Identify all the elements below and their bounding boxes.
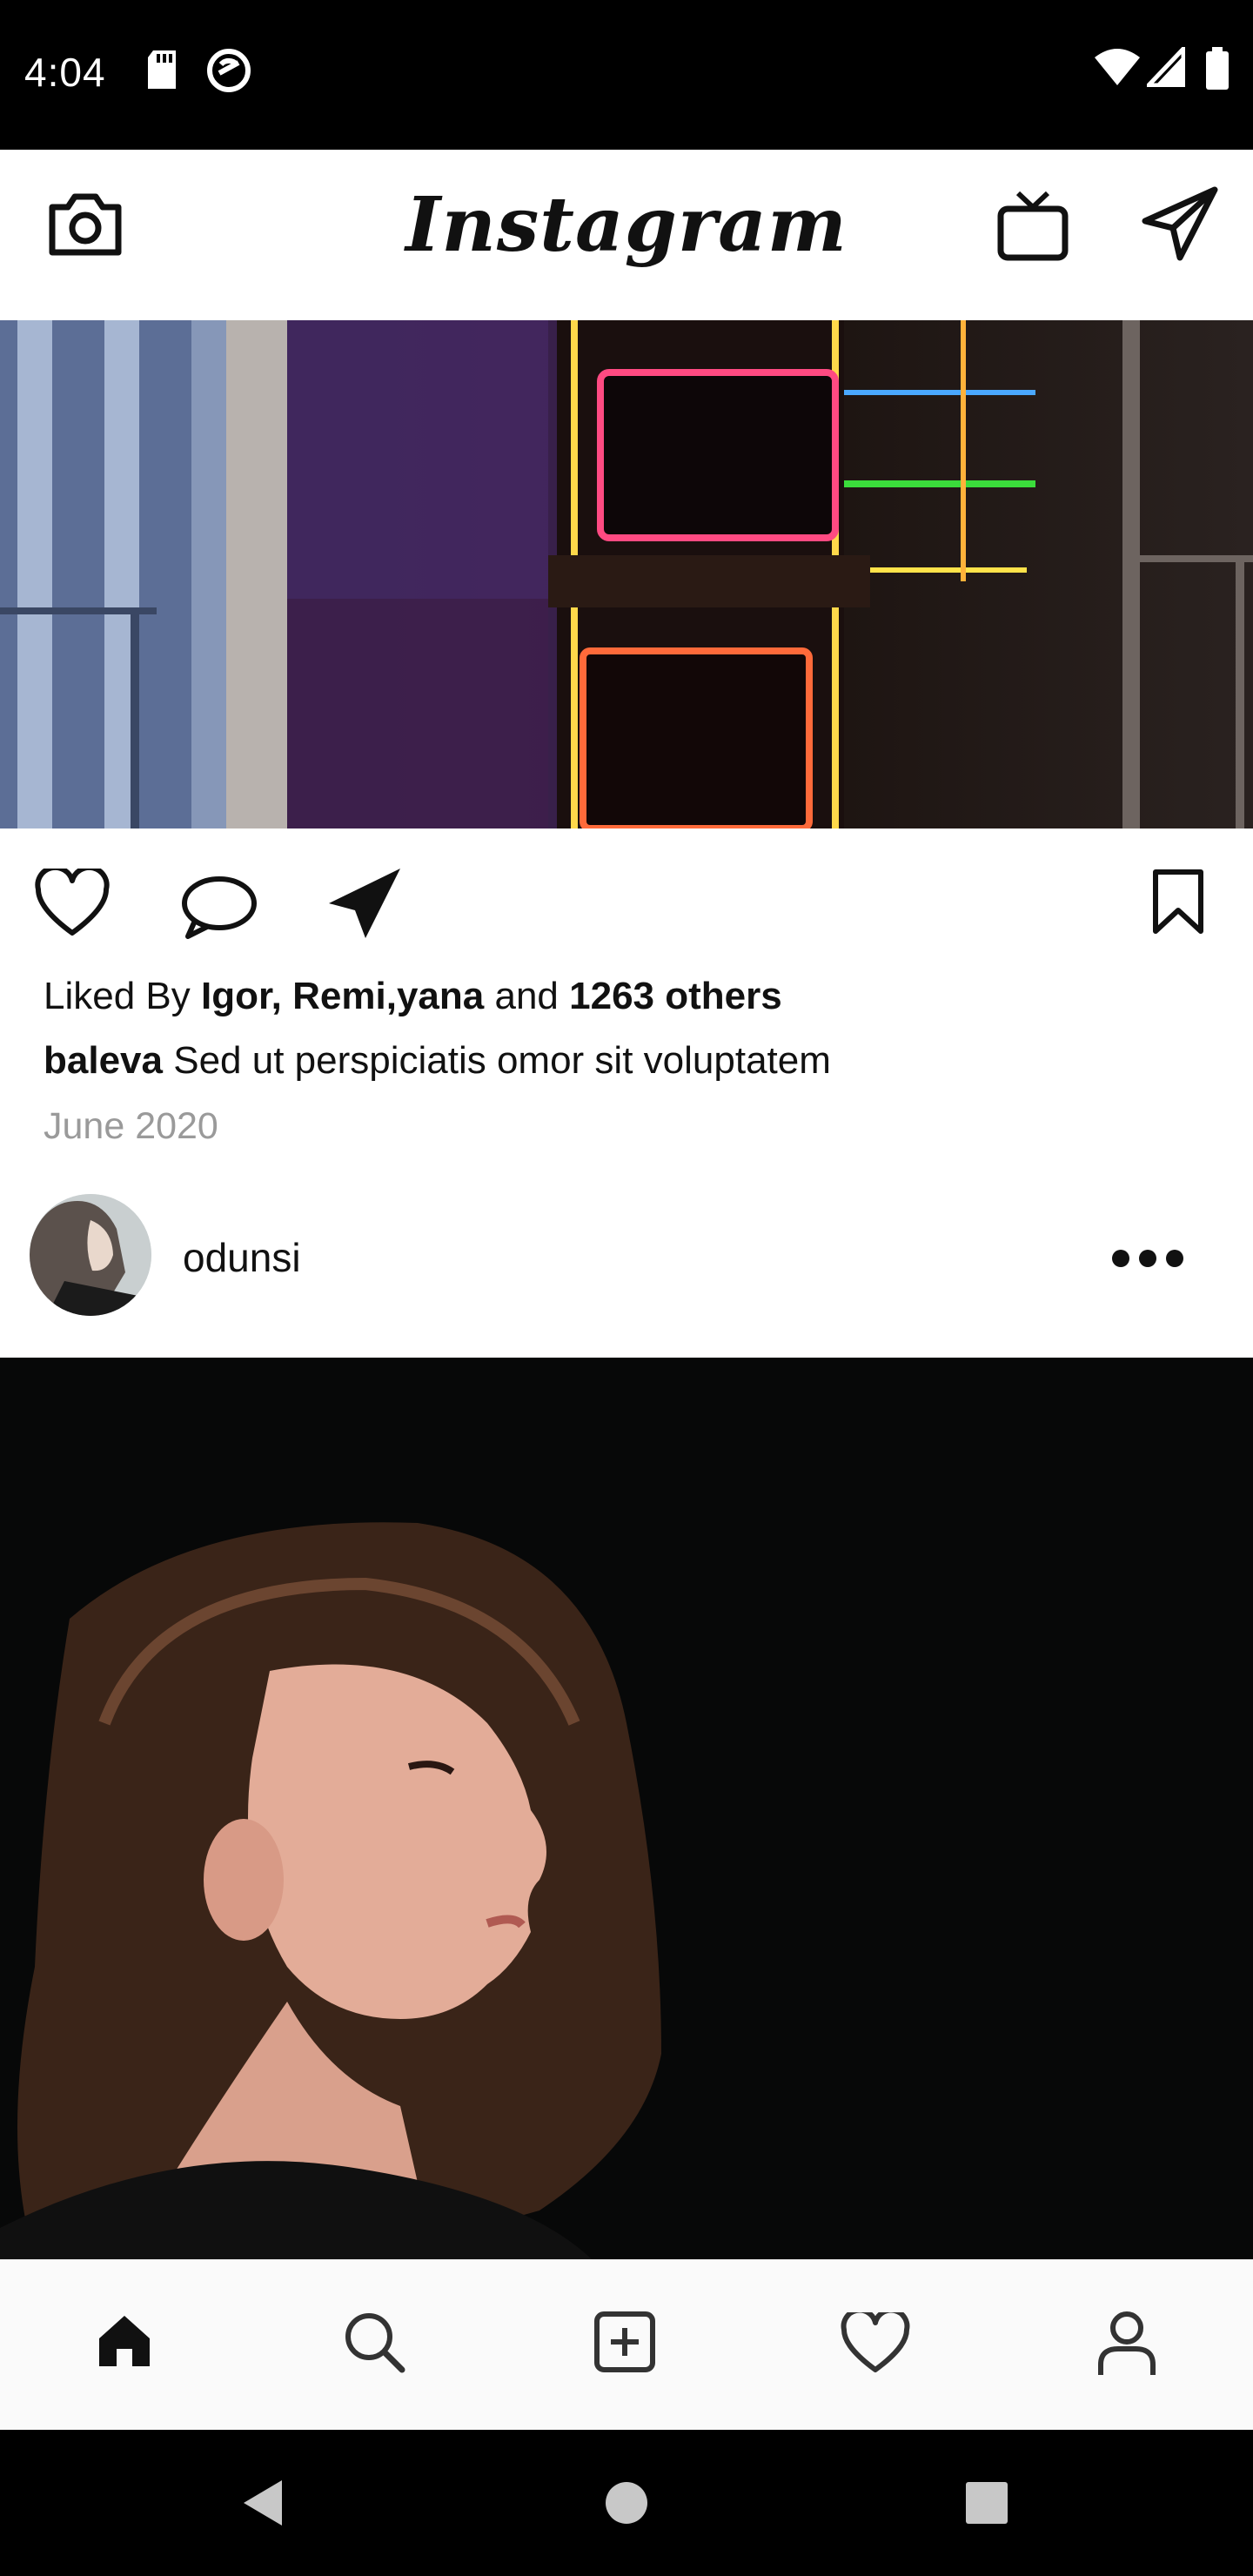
caption-text: Sed ut perspiciatis omor sit voluptatem	[173, 1039, 831, 1082]
cell-signal-icon	[1147, 47, 1185, 87]
avatar-photo	[30, 1194, 151, 1316]
wifi-icon	[1095, 49, 1140, 85]
home-circle-icon[interactable]	[604, 2480, 649, 2526]
bookmark-icon[interactable]	[1150, 869, 1206, 935]
activity-heart-icon[interactable]	[841, 2312, 910, 2373]
post-username[interactable]: odunsi	[183, 1234, 301, 1281]
bottom-navigation	[0, 2259, 1253, 2431]
igtv-icon[interactable]	[997, 190, 1069, 263]
likes-prefix: Liked By	[44, 975, 191, 1017]
search-icon[interactable]	[343, 2311, 405, 2373]
post-image-arcade[interactable]	[0, 320, 1253, 828]
system-navigation-bar	[0, 2430, 1253, 2576]
battery-icon	[1206, 47, 1229, 90]
post-image-portrait[interactable]	[0, 1358, 1253, 2259]
share-icon[interactable]	[325, 865, 404, 940]
more-options-icon[interactable]	[1110, 1243, 1185, 1274]
status-time: 4:04	[24, 50, 106, 95]
do-not-disturb-icon	[207, 49, 251, 92]
arcade-neon-photo	[0, 320, 1253, 828]
caption-username[interactable]: baleva	[44, 1039, 163, 1082]
profile-icon[interactable]	[1096, 2311, 1157, 2377]
add-post-icon[interactable]	[593, 2311, 656, 2373]
back-icon[interactable]	[238, 2477, 287, 2529]
likes-names[interactable]: Igor, Remi,yana	[201, 975, 484, 1017]
post-date: June 2020	[44, 1105, 218, 1147]
status-bar: 4:04	[0, 0, 1253, 150]
likes-others[interactable]: 1263 others	[569, 975, 782, 1017]
sd-card-icon	[148, 50, 176, 89]
likes-text: Liked By Igor, Remi,yana and 1263 others	[44, 975, 782, 1018]
comment-icon[interactable]	[179, 874, 258, 942]
avatar[interactable]	[30, 1194, 151, 1316]
woman-profile-photo	[0, 1358, 1253, 2259]
like-icon[interactable]	[35, 869, 110, 938]
direct-message-icon[interactable]	[1142, 186, 1220, 261]
app-header: Instagram	[0, 150, 1253, 321]
post-caption: baleva Sed ut perspiciatis omor sit volu…	[44, 1039, 831, 1083]
recents-icon[interactable]	[964, 2480, 1009, 2526]
home-icon[interactable]	[96, 2312, 153, 2370]
likes-and: and	[494, 975, 559, 1017]
